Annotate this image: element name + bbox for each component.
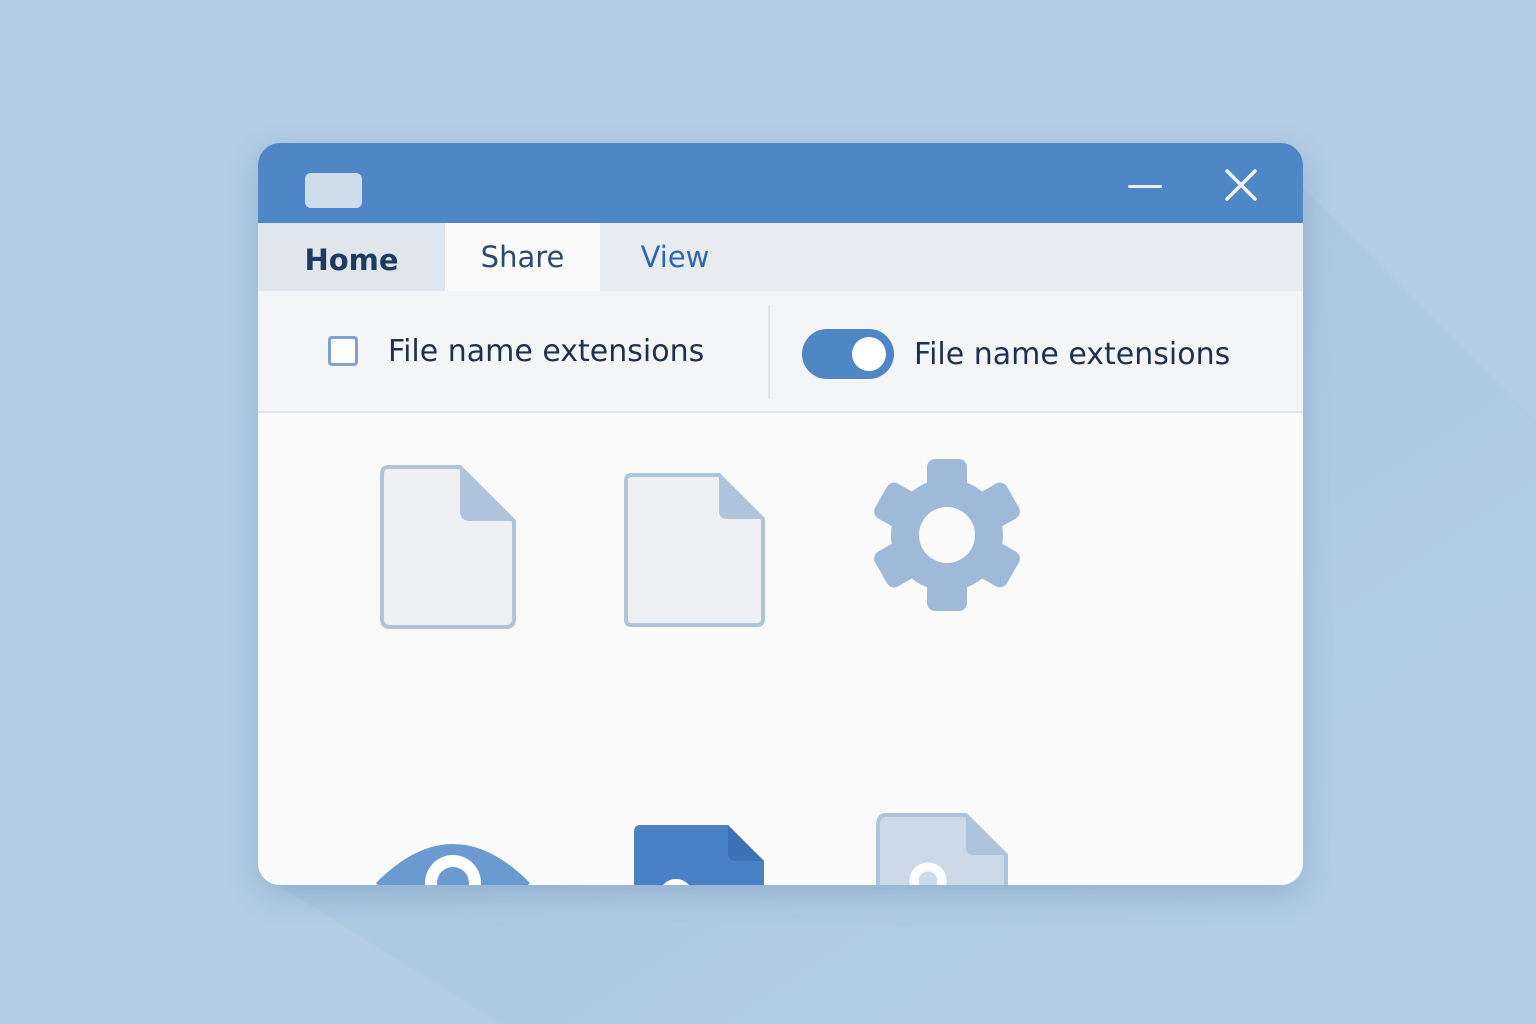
file-area bbox=[258, 413, 1303, 885]
tab-share[interactable]: Share bbox=[445, 223, 600, 291]
app-icon bbox=[305, 173, 362, 208]
ribbon-panel: File name extensions File name extension… bbox=[258, 291, 1303, 413]
tab-view[interactable]: View bbox=[600, 223, 750, 291]
settings-gear-icon[interactable] bbox=[874, 459, 1020, 611]
ribbon-tabs: Home Share View bbox=[258, 223, 1303, 291]
checkbox-option-label: File name extensions bbox=[388, 333, 705, 369]
desktop-background: Home Share View File name extensions Fil… bbox=[0, 0, 1536, 1024]
tab-home[interactable]: Home bbox=[258, 223, 445, 291]
toggle-knob bbox=[852, 337, 886, 371]
blank-document-icon[interactable] bbox=[623, 471, 768, 631]
file-name-extensions-toggle[interactable] bbox=[802, 329, 894, 379]
explorer-window: Home Share View File name extensions Fil… bbox=[258, 143, 1303, 885]
file-name-extensions-checkbox-option[interactable]: File name extensions bbox=[328, 331, 704, 371]
locked-document-icon[interactable] bbox=[874, 811, 1010, 885]
close-icon bbox=[1225, 169, 1257, 201]
p-document-icon[interactable] bbox=[632, 823, 766, 885]
title-bar bbox=[258, 143, 1303, 223]
eye-icon[interactable] bbox=[374, 823, 532, 885]
blank-document-icon[interactable] bbox=[378, 463, 518, 633]
minimize-button[interactable] bbox=[1120, 165, 1170, 205]
ribbon-divider bbox=[768, 305, 770, 399]
close-button[interactable] bbox=[1218, 163, 1264, 207]
file-name-extensions-checkbox[interactable] bbox=[328, 336, 358, 366]
toggle-option-label: File name extensions bbox=[914, 336, 1231, 372]
file-name-extensions-toggle-option[interactable]: File name extensions bbox=[802, 329, 1230, 379]
